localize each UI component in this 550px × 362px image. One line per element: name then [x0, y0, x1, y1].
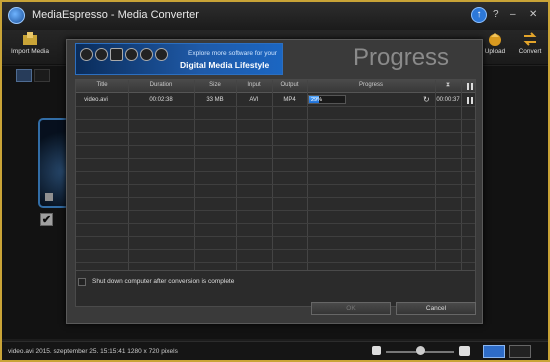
app-icon	[95, 48, 108, 61]
progress-dialog: Explore more software for your Digital M…	[66, 39, 483, 324]
upload-button[interactable]: Upload	[482, 32, 508, 55]
app-icon	[140, 48, 153, 61]
upload-label: Upload	[484, 48, 506, 55]
convert-icon	[523, 32, 537, 46]
banner-tagline: Explore more software for your	[188, 50, 277, 57]
status-text: video.avi 2015. szeptember 25. 15:15:41 …	[8, 348, 178, 355]
app-icon	[80, 48, 93, 61]
progress-percent: 29%	[311, 97, 323, 103]
zoom-in-icon[interactable]	[459, 346, 470, 356]
window-title: MediaEspresso - Media Converter	[32, 9, 199, 21]
column-header-title[interactable]: Title	[76, 82, 128, 88]
pause-all-icon[interactable]	[467, 83, 473, 90]
pause-icon[interactable]	[467, 97, 473, 104]
grid-view-button[interactable]	[483, 345, 505, 358]
app-logo-icon	[8, 7, 25, 24]
close-button[interactable]: ✕	[529, 9, 537, 20]
ok-button[interactable]: OK	[311, 302, 391, 315]
import-media-button[interactable]: Import Media	[8, 32, 52, 55]
shutdown-checkbox[interactable]	[78, 278, 86, 286]
banner-headline: Digital Media Lifestyle	[180, 60, 270, 70]
progress-table: Title Duration Size Input Output Progres…	[75, 79, 476, 307]
list-view-button[interactable]	[509, 345, 531, 358]
cell-size: 33 MB	[206, 97, 224, 103]
refresh-icon[interactable]: ↻	[423, 95, 430, 104]
minimize-button[interactable]: –	[510, 9, 516, 20]
shutdown-label: Shut down computer after conversion is c…	[92, 278, 235, 285]
convert-button[interactable]: Convert	[516, 32, 544, 55]
import-icon	[23, 32, 37, 45]
cell-output: MP4	[283, 97, 296, 103]
convert-label: Convert	[518, 48, 542, 55]
promo-banner[interactable]: Explore more software for your Digital M…	[75, 43, 283, 75]
column-header-output[interactable]: Output	[272, 82, 307, 88]
progress-bar: 29%	[308, 95, 346, 104]
cell-input: AVI	[249, 97, 259, 103]
app-icon	[110, 48, 123, 61]
cell-duration: 00:02:38	[149, 97, 173, 103]
cancel-button[interactable]: Cancel	[396, 302, 476, 315]
upload-globe-icon	[489, 33, 501, 46]
status-bar: video.avi 2015. szeptember 25. 15:15:41 …	[2, 341, 548, 360]
cell-title: video.avi	[84, 97, 108, 103]
column-header-duration[interactable]: Duration	[128, 82, 194, 88]
cell-remaining: 00:00:37	[436, 97, 460, 103]
column-header-input[interactable]: Input	[236, 82, 272, 88]
hourglass-icon: ⧗	[445, 82, 451, 88]
app-icon	[155, 48, 168, 61]
column-header-progress[interactable]: Progress	[307, 82, 435, 88]
column-header-size[interactable]: Size	[194, 82, 236, 88]
title-bar: MediaEspresso - Media Converter ↑ ? – ✕	[2, 2, 548, 30]
zoom-slider-handle[interactable]	[416, 346, 425, 355]
app-icon	[125, 48, 138, 61]
dialog-title: Progress	[353, 44, 450, 71]
up-arrow-icon[interactable]: ↑	[471, 7, 487, 23]
help-button[interactable]: ?	[493, 9, 499, 20]
import-media-label: Import Media	[11, 48, 49, 55]
zoom-out-icon[interactable]	[372, 346, 381, 355]
table-header: Title Duration Size Input Output Progres…	[76, 80, 475, 93]
